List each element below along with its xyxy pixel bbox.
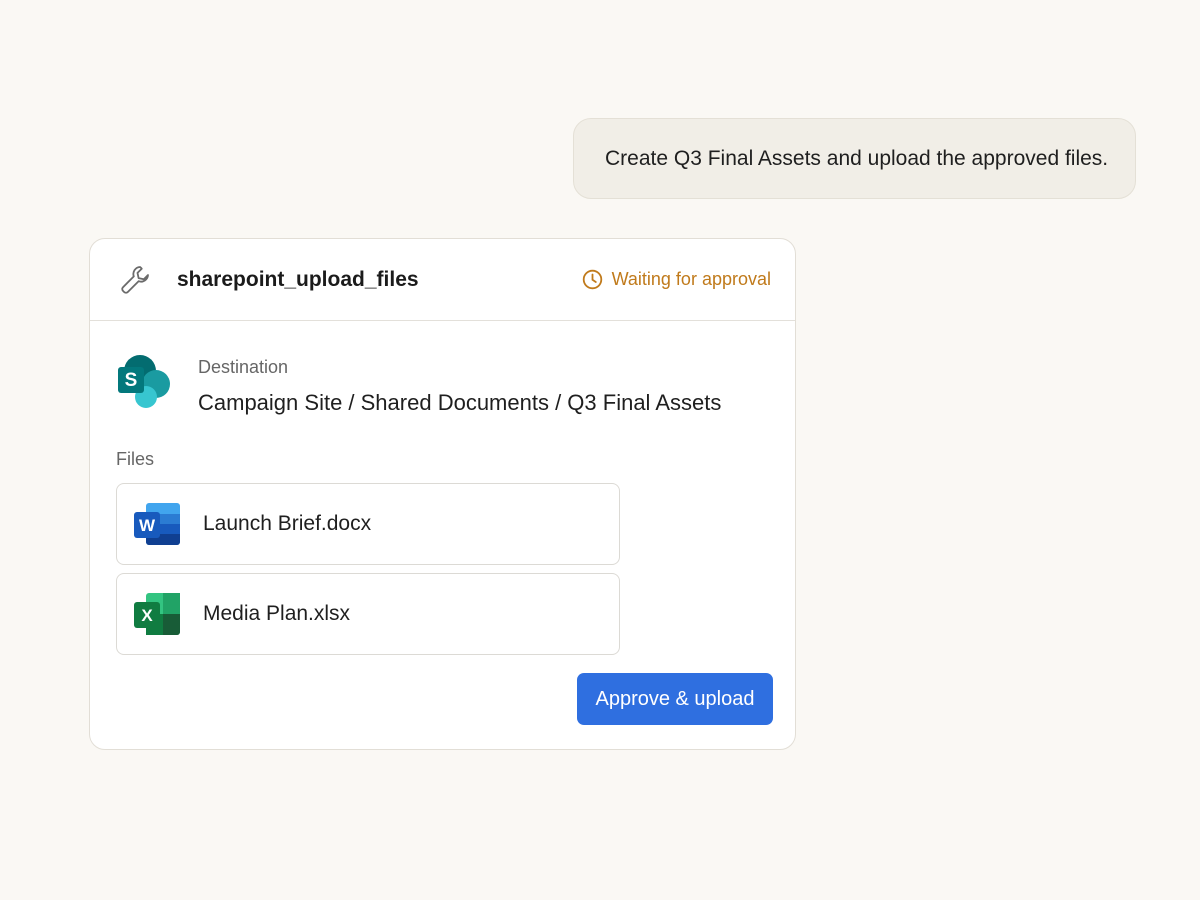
status-badge: Waiting for approval <box>582 269 771 290</box>
clock-icon <box>582 269 603 290</box>
destination-section: S Destination Campaign Site / Shared Doc… <box>116 353 721 415</box>
user-message-bubble: Create Q3 Final Assets and upload the ap… <box>573 118 1136 199</box>
svg-text:X: X <box>141 606 153 625</box>
approve-upload-button[interactable]: Approve & upload <box>577 673 773 725</box>
user-message-text: Create Q3 Final Assets and upload the ap… <box>605 146 1109 170</box>
destination-path: Campaign Site / Shared Documents / Q3 Fi… <box>198 390 722 415</box>
svg-text:S: S <box>125 370 138 391</box>
excel-icon: X <box>132 591 182 637</box>
file-name: Media Plan.xlsx <box>203 602 351 625</box>
wrench-icon <box>118 263 152 297</box>
tool-approval-card: sharepoint_upload_files Waiting for appr… <box>89 238 796 750</box>
status-text: Waiting for approval <box>611 269 771 289</box>
card-header: sharepoint_upload_files Waiting for appr… <box>90 239 795 321</box>
file-item[interactable]: W Launch Brief.docx <box>116 483 620 565</box>
word-icon: W <box>132 501 182 547</box>
sharepoint-icon: S <box>116 353 174 413</box>
file-name: Launch Brief.docx <box>203 512 372 535</box>
files-label: Files <box>116 449 155 469</box>
file-item[interactable]: X Media Plan.xlsx <box>116 573 620 655</box>
tool-name: sharepoint_upload_files <box>177 267 419 291</box>
page: Create Q3 Final Assets and upload the ap… <box>0 0 1200 900</box>
destination-text: Destination Campaign Site / Shared Docum… <box>198 357 721 416</box>
destination-label: Destination <box>198 357 289 377</box>
svg-text:W: W <box>139 516 156 535</box>
